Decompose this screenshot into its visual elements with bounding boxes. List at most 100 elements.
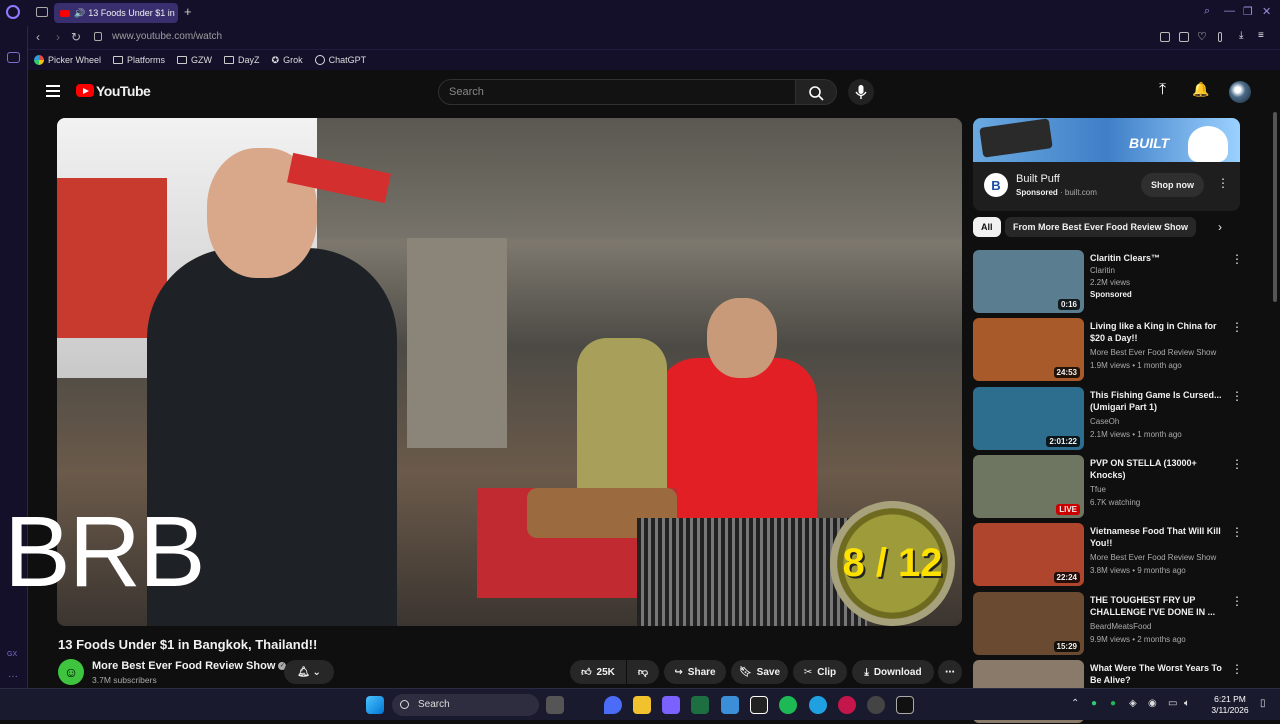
speaker-icon[interactable]: 🔊 bbox=[74, 8, 85, 19]
video-thumbnail[interactable]: 24:53 bbox=[973, 318, 1084, 381]
video-thumbnail[interactable]: 22:24 bbox=[973, 523, 1084, 586]
recommendation-channel[interactable]: More Best Ever Food Review Show bbox=[1090, 348, 1216, 357]
edge-icon[interactable] bbox=[809, 696, 827, 714]
tray-spotify-icon[interactable]: ● bbox=[1110, 698, 1116, 709]
heart-icon[interactable]: ♡ bbox=[1197, 30, 1207, 43]
sidebar-more-icon[interactable]: ··· bbox=[8, 671, 18, 682]
back-icon[interactable]: ‹ bbox=[36, 30, 40, 44]
bookmark-gzw[interactable]: GZW bbox=[177, 55, 212, 65]
recommendation-title[interactable]: Claritin Clears™ bbox=[1090, 252, 1228, 264]
video-thumbnail[interactable]: LIVE bbox=[973, 455, 1084, 518]
recommendation-title[interactable]: Vietnamese Food That Will Kill You!! bbox=[1090, 525, 1228, 549]
capcut-icon[interactable] bbox=[750, 696, 768, 714]
minimize-icon[interactable]: — bbox=[1224, 5, 1235, 17]
more-actions-button[interactable]: ⋯ bbox=[938, 660, 962, 684]
shop-now-button[interactable]: Shop now bbox=[1141, 173, 1204, 197]
pocket-icon[interactable] bbox=[1179, 32, 1189, 42]
ad-brand-logo[interactable]: B bbox=[984, 173, 1008, 197]
tab-overview-icon[interactable] bbox=[36, 7, 48, 17]
spotify-icon[interactable] bbox=[779, 696, 797, 714]
recommendation-title[interactable]: What Were The Worst Years To Be Alive? bbox=[1090, 662, 1228, 686]
taskbar-clock[interactable]: 6:21 PM 3/11/2026 bbox=[1210, 694, 1250, 716]
recommendation-item[interactable]: 0:16 Claritin Clears™ Claritin 2.2M views Sp… bbox=[973, 250, 1263, 314]
recommendation-title[interactable]: THE TOUGHEST FRY UP CHALLENGE I'VE DONE … bbox=[1090, 594, 1228, 618]
voice-search-button[interactable] bbox=[848, 79, 874, 105]
more-options-icon[interactable]: ⋮ bbox=[1231, 525, 1243, 539]
file-explorer-icon[interactable] bbox=[633, 696, 651, 714]
clip-button[interactable]: ✂ Clip bbox=[793, 660, 847, 684]
recommendation-title[interactable]: Living like a King in China for $20 a Da… bbox=[1090, 320, 1228, 344]
tray-app-icon[interactable]: ● bbox=[1091, 698, 1097, 709]
recommendation-item[interactable]: 22:24 Vietnamese Food That Will Kill You!… bbox=[973, 523, 1263, 587]
tray-shield-icon[interactable]: ◈ bbox=[1129, 698, 1137, 709]
recommendation-channel[interactable]: Claritin bbox=[1090, 266, 1115, 275]
recommendation-item[interactable]: 2:01:22 This Fishing Game Is Cursed... (U… bbox=[973, 387, 1263, 451]
app-icon[interactable] bbox=[896, 696, 914, 714]
task-view-icon[interactable] bbox=[546, 696, 564, 714]
ad-banner-image[interactable]: BUILT bbox=[973, 118, 1240, 162]
bookmark-grok[interactable]: ✪ Grok bbox=[272, 55, 303, 66]
chip-from-channel[interactable]: From More Best Ever Food Review Show bbox=[1005, 217, 1197, 237]
search-tabs-icon[interactable]: ⌕ bbox=[1204, 5, 1210, 18]
apps-grid-icon[interactable] bbox=[662, 696, 680, 714]
more-options-icon[interactable]: ⋮ bbox=[1231, 389, 1243, 403]
tab-youtube[interactable]: 🔊 13 Foods Under $1 in B bbox=[54, 3, 178, 23]
obs-icon[interactable] bbox=[867, 696, 885, 714]
download-icon[interactable]: ⤓ bbox=[1239, 30, 1249, 41]
account-avatar[interactable] bbox=[1229, 81, 1251, 103]
recommendation-title[interactable]: PVP ON STELLA (13000+ Knocks) bbox=[1090, 457, 1228, 481]
dislike-button[interactable]: 👎︎ bbox=[627, 660, 659, 684]
opera-logo-icon[interactable] bbox=[6, 5, 20, 19]
opera-gx-icon[interactable] bbox=[838, 696, 856, 714]
wallet-icon[interactable] bbox=[1218, 32, 1222, 42]
share-button[interactable]: ↪ Share bbox=[664, 660, 726, 684]
recommendation-channel[interactable]: Tfue bbox=[1090, 485, 1106, 494]
more-options-icon[interactable]: ⋮ bbox=[1231, 457, 1243, 471]
bookmark-chatgpt[interactable]: ChatGPT bbox=[314, 55, 366, 65]
more-options-icon[interactable]: ⋮ bbox=[1231, 320, 1243, 334]
channel-avatar[interactable]: ☺ bbox=[58, 659, 84, 685]
video-thumbnail[interactable]: 0:16 bbox=[973, 250, 1084, 313]
taskbar-search[interactable]: Search bbox=[392, 694, 539, 716]
more-options-icon[interactable]: ⋮ bbox=[1231, 594, 1243, 608]
save-button[interactable]: 🔖︎ Save bbox=[731, 660, 788, 684]
sidebar-workspace-icon[interactable] bbox=[7, 52, 20, 63]
notepad-icon[interactable] bbox=[721, 696, 739, 714]
download-button[interactable]: ⤓ Download bbox=[852, 660, 934, 684]
reload-icon[interactable]: ↻ bbox=[71, 30, 81, 44]
create-upload-icon[interactable]: ⤒ bbox=[1159, 81, 1166, 99]
tray-game-icon[interactable]: ◉ bbox=[1148, 698, 1157, 709]
notifications-bell-icon[interactable]: 🔔 bbox=[1192, 81, 1209, 98]
channel-name[interactable]: More Best Ever Food Review Show ✓ bbox=[92, 660, 287, 672]
notification-bell-button[interactable]: 🔔︎ ⌄ bbox=[284, 660, 334, 684]
start-icon[interactable] bbox=[366, 696, 384, 714]
bookmark-picker-wheel[interactable]: Picker Wheel bbox=[34, 55, 101, 65]
recommendation-item[interactable]: LIVE PVP ON STELLA (13000+ Knocks) Tfue 6.7… bbox=[973, 455, 1263, 519]
new-tab-button[interactable]: + bbox=[184, 4, 192, 19]
sponsored-ad-card[interactable]: BUILT B Built Puff Sponsored · built.com… bbox=[973, 118, 1240, 211]
video-thumbnail[interactable]: 15:29 bbox=[973, 592, 1084, 655]
notifications-icon[interactable]: ▯ bbox=[1260, 698, 1266, 709]
recommendation-title[interactable]: This Fishing Game Is Cursed... (Umigari … bbox=[1090, 389, 1228, 413]
recommendation-channel[interactable]: More Best Ever Food Review Show bbox=[1090, 553, 1216, 562]
chip-all[interactable]: All bbox=[973, 217, 1001, 237]
recommendation-channel[interactable]: CaseOh bbox=[1090, 417, 1119, 426]
page-scrollbar[interactable] bbox=[1273, 112, 1277, 302]
chevron-right-icon[interactable]: › bbox=[1218, 220, 1222, 234]
ad-more-icon[interactable]: ⋮ bbox=[1217, 176, 1229, 190]
search-button[interactable] bbox=[795, 79, 837, 105]
lock-icon[interactable] bbox=[94, 32, 102, 41]
excel-icon[interactable] bbox=[691, 696, 709, 714]
bookmark-platforms[interactable]: Platforms bbox=[113, 55, 165, 65]
recommendation-channel[interactable]: BeardMeatsFood bbox=[1090, 622, 1151, 631]
forward-icon[interactable]: › bbox=[56, 30, 60, 44]
youtube-wordmark[interactable]: YouTube bbox=[96, 83, 151, 99]
close-icon[interactable]: ✕ bbox=[1262, 5, 1271, 18]
sidebar-gx-label[interactable]: GX bbox=[7, 651, 17, 658]
video-thumbnail[interactable]: 2:01:22 bbox=[973, 387, 1084, 450]
youtube-logo-icon[interactable] bbox=[76, 84, 94, 97]
search-input[interactable]: Search bbox=[438, 79, 796, 105]
more-options-icon[interactable]: ⋮ bbox=[1231, 662, 1243, 676]
recommendation-item[interactable]: 24:53 Living like a King in China for $20… bbox=[973, 318, 1263, 382]
more-options-icon[interactable]: ⋮ bbox=[1231, 252, 1243, 266]
